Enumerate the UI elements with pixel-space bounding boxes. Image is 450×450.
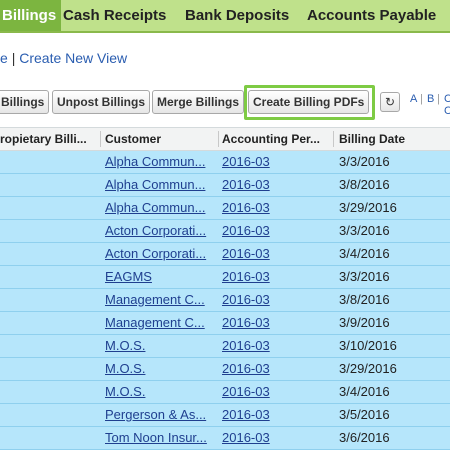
view-links-separator: |: [11, 50, 16, 66]
customer-link[interactable]: Acton Corporati...: [105, 243, 217, 265]
accounting-period-link[interactable]: 2016-03: [222, 243, 332, 265]
accounting-period-link[interactable]: 2016-03: [222, 381, 332, 403]
table-body: Alpha Commun... 2016-03 3/3/2016 Alpha Comm…: [0, 151, 450, 450]
unpost-billings-button[interactable]: Unpost Billings: [52, 90, 150, 114]
alpha-filter-c[interactable]: C: [444, 93, 450, 105]
table-row[interactable]: Acton Corporati... 2016-03 3/4/2016: [0, 243, 450, 266]
customer-link[interactable]: Alpha Commun...: [105, 151, 217, 173]
alpha-filter-b[interactable]: B: [427, 93, 434, 105]
accounting-period-link[interactable]: 2016-03: [222, 404, 332, 426]
billing-date: 3/29/2016: [339, 200, 397, 215]
alpha-separator: |: [437, 93, 440, 105]
column-billing-date[interactable]: Billing Date: [339, 128, 449, 150]
table-row[interactable]: Pergerson & As... 2016-03 3/5/2016: [0, 404, 450, 427]
billing-date: 3/3/2016: [339, 269, 390, 284]
create-billing-pdfs-button[interactable]: Create Billing PDFs: [248, 90, 370, 114]
column-divider: [218, 131, 219, 147]
accounting-period-link[interactable]: 2016-03: [222, 174, 332, 196]
table-row[interactable]: M.O.S. 2016-03 3/10/2016: [0, 335, 450, 358]
refresh-icon[interactable]: ↻: [380, 92, 400, 112]
billing-date: 3/4/2016: [339, 384, 390, 399]
billing-date: 3/29/2016: [339, 361, 397, 376]
view-links: e | Create New View: [0, 50, 127, 66]
column-divider: [100, 131, 101, 147]
billing-date: 3/8/2016: [339, 292, 390, 307]
alpha-filter-c-wrap[interactable]: C: [444, 105, 450, 117]
accounting-period-link[interactable]: 2016-03: [222, 335, 332, 357]
billing-date: 3/3/2016: [339, 154, 390, 169]
customer-link[interactable]: Tom Noon Insur...: [105, 427, 217, 449]
table-row[interactable]: EAGMS 2016-03 3/3/2016: [0, 266, 450, 289]
tab-bank-deposits[interactable]: Bank Deposits: [185, 0, 289, 31]
customer-link[interactable]: Alpha Commun...: [105, 197, 217, 219]
table-row[interactable]: Alpha Commun... 2016-03 3/29/2016: [0, 197, 450, 220]
billing-date: 3/9/2016: [339, 315, 390, 330]
table-row[interactable]: M.O.S. 2016-03 3/4/2016: [0, 381, 450, 404]
column-divider: [333, 131, 334, 147]
customer-link[interactable]: Pergerson & As...: [105, 404, 217, 426]
table-row[interactable]: Alpha Commun... 2016-03 3/3/2016: [0, 151, 450, 174]
accounting-period-link[interactable]: 2016-03: [222, 151, 332, 173]
billing-date: 3/4/2016: [339, 246, 390, 261]
billing-date: 3/6/2016: [339, 430, 390, 445]
customer-link[interactable]: EAGMS: [105, 266, 217, 288]
alpha-filter-a[interactable]: A: [410, 93, 417, 105]
column-accounting-period[interactable]: Accounting Per...: [222, 128, 332, 150]
merge-billings-button[interactable]: Merge Billings: [152, 90, 245, 114]
table-row[interactable]: Alpha Commun... 2016-03 3/8/2016: [0, 174, 450, 197]
customer-link[interactable]: M.O.S.: [105, 358, 217, 380]
accounting-period-link[interactable]: 2016-03: [222, 266, 332, 288]
tab-bar: Billings Cash Receipts Bank Deposits Acc…: [0, 0, 450, 33]
billing-date: 3/5/2016: [339, 407, 390, 422]
toolbar: Billings Unpost Billings Merge Billings …: [0, 85, 450, 121]
tab-cash-receipts[interactable]: Cash Receipts: [63, 0, 166, 31]
customer-link[interactable]: Alpha Commun...: [105, 174, 217, 196]
tab-billings[interactable]: Billings: [0, 0, 62, 31]
create-new-view-link[interactable]: Create New View: [19, 50, 127, 66]
customer-link[interactable]: M.O.S.: [105, 335, 217, 357]
accounting-period-link[interactable]: 2016-03: [222, 312, 332, 334]
billing-date: 3/3/2016: [339, 223, 390, 238]
customer-link[interactable]: M.O.S.: [105, 381, 217, 403]
column-customer[interactable]: Customer: [105, 128, 215, 150]
billing-date: 3/10/2016: [339, 338, 397, 353]
table-row[interactable]: Tom Noon Insur... 2016-03 3/6/2016: [0, 427, 450, 450]
accounting-period-link[interactable]: 2016-03: [222, 289, 332, 311]
table-row[interactable]: M.O.S. 2016-03 3/29/2016: [0, 358, 450, 381]
accounting-period-link[interactable]: 2016-03: [222, 427, 332, 449]
accounting-period-link[interactable]: 2016-03: [222, 358, 332, 380]
table-row[interactable]: Acton Corporati... 2016-03 3/3/2016: [0, 220, 450, 243]
table-row[interactable]: Management C... 2016-03 3/8/2016: [0, 289, 450, 312]
table-header: ropietary Billi... Customer Accounting P…: [0, 127, 450, 151]
customer-link[interactable]: Management C...: [105, 289, 217, 311]
customer-link[interactable]: Acton Corporati...: [105, 220, 217, 242]
edit-view-link[interactable]: e: [0, 50, 8, 66]
column-proprietary-billing[interactable]: ropietary Billi...: [0, 128, 100, 150]
accounting-period-link[interactable]: 2016-03: [222, 220, 332, 242]
billings-button[interactable]: Billings: [0, 90, 50, 114]
accounting-period-link[interactable]: 2016-03: [222, 197, 332, 219]
billing-date: 3/8/2016: [339, 177, 390, 192]
tab-accounts-payable[interactable]: Accounts Payable: [307, 0, 436, 31]
table-row[interactable]: Management C... 2016-03 3/9/2016: [0, 312, 450, 335]
alpha-separator: |: [420, 93, 423, 105]
customer-link[interactable]: Management C...: [105, 312, 217, 334]
